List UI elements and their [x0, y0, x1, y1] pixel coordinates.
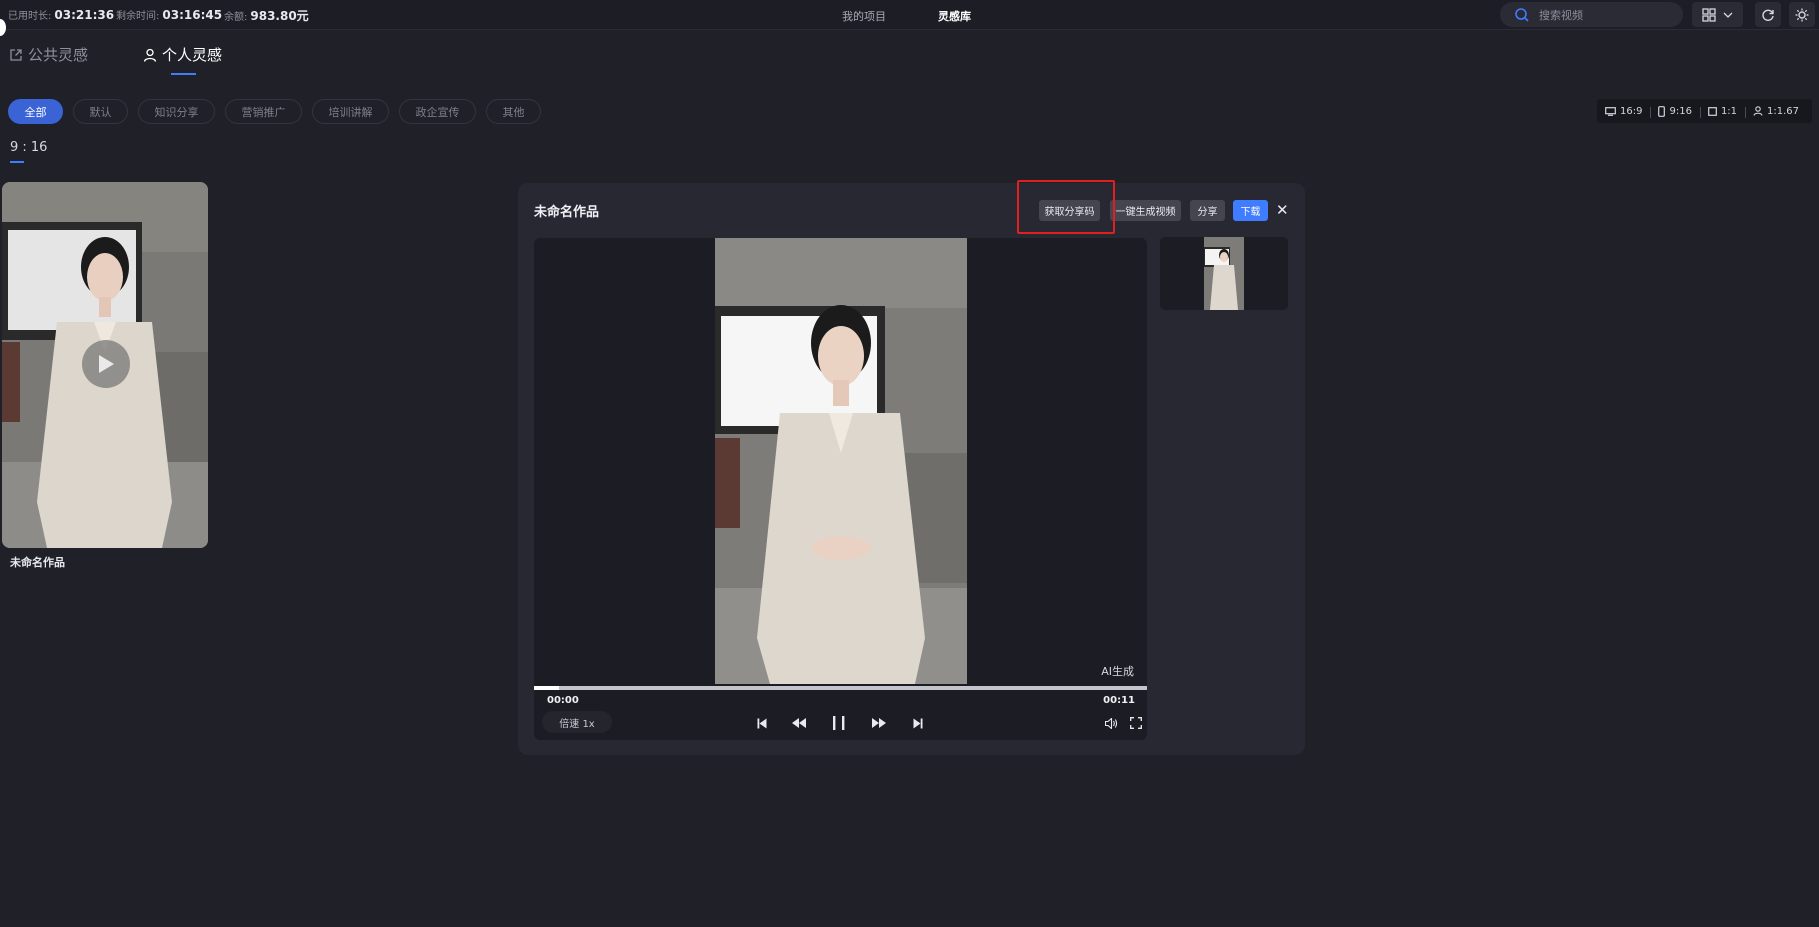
ai-generated-tag: AI生成: [1101, 665, 1134, 678]
skip-previous-icon: [757, 718, 767, 728]
volume-icon: [1104, 717, 1117, 729]
video-card[interactable]: [2, 182, 208, 548]
filter-all[interactable]: 全部: [8, 99, 63, 124]
ratio-9-16[interactable]: 9:16: [1650, 105, 1699, 118]
share-icon: [10, 48, 22, 61]
fast-forward-icon: [872, 718, 886, 728]
playback-speed-button[interactable]: 倍速 1x: [542, 711, 612, 733]
thumbnail-strip: [1160, 237, 1288, 310]
skip-next-button[interactable]: [909, 714, 927, 732]
search-input[interactable]: 搜索视频: [1539, 7, 1583, 23]
ratio-1-1[interactable]: 1:1: [1699, 105, 1745, 118]
sun-icon: [1795, 8, 1809, 21]
filter-default[interactable]: 默认: [73, 99, 128, 124]
remaining-time-label: 剩余时间:: [116, 11, 160, 22]
preview-modal: 未命名作品 获取分享码 一键生成视频 分享 下载 ✕ AI生成 00:00 00…: [518, 183, 1305, 755]
volume-button[interactable]: [1102, 714, 1120, 732]
section-ratio-label: 9 : 16: [10, 140, 48, 155]
video-player[interactable]: AI生成 00:00 00:11 倍速 1x: [534, 238, 1147, 740]
used-time-label: 已用时长:: [8, 11, 52, 22]
generate-video-button[interactable]: 一键生成视频: [1110, 200, 1181, 221]
top-bar: 已用时长: 03:21:36 剩余时间: 03:16:45 余额: 983.80元 我…: [0, 0, 1819, 36]
layout-switch-button[interactable]: [1692, 2, 1743, 27]
filter-knowledge-sharing[interactable]: 知识分享: [138, 99, 215, 124]
ratio-9-16-label: 9:16: [1669, 105, 1692, 117]
download-button[interactable]: 下载: [1233, 200, 1268, 221]
highlight-box: [1017, 180, 1115, 234]
skip-next-icon: [913, 718, 923, 728]
current-time: 00:00: [547, 695, 579, 706]
play-icon: [99, 355, 114, 373]
balance-value: 983.80元: [250, 9, 309, 23]
progress-bar[interactable]: [534, 686, 1147, 690]
person-icon: [1753, 106, 1763, 116]
nav-inspiration-library[interactable]: 灵感库: [938, 8, 971, 24]
mouse-cursor: [0, 19, 6, 36]
tab-public-label: 公共灵感: [28, 46, 89, 64]
tab-personal-label: 个人灵感: [162, 46, 223, 64]
landscape-icon: [1605, 106, 1616, 116]
nav-my-projects[interactable]: 我的项目: [842, 8, 886, 24]
grid-icon: [1701, 7, 1716, 22]
portrait-icon: [1658, 105, 1666, 117]
remaining-time-value: 03:16:45: [162, 8, 223, 22]
play-button[interactable]: [82, 340, 130, 388]
fullscreen-button[interactable]: [1127, 714, 1145, 732]
search-icon: [1515, 7, 1529, 22]
filter-marketing[interactable]: 营销推广: [225, 99, 302, 124]
used-time-value: 03:21:36: [54, 8, 115, 22]
video-frame: [715, 238, 967, 684]
close-icon[interactable]: ✕: [1276, 201, 1289, 219]
ratio-1-1-67-label: 1:1.67: [1767, 105, 1800, 117]
section-underline: [10, 161, 24, 163]
skip-previous-button[interactable]: [753, 714, 771, 732]
share-button[interactable]: 分享: [1190, 200, 1225, 221]
progress-fill: [534, 686, 559, 690]
filter-government[interactable]: 政企宣传: [399, 99, 476, 124]
refresh-button[interactable]: [1755, 2, 1781, 27]
fullscreen-icon: [1130, 717, 1142, 729]
ratio-1-1-67[interactable]: 1:1.67: [1745, 105, 1807, 118]
video-still: [715, 238, 967, 684]
ratio-16-9[interactable]: 16:9: [1597, 106, 1650, 117]
active-tab-indicator: [171, 73, 196, 75]
tab-personal-inspiration[interactable]: 个人灵感: [143, 44, 222, 65]
pause-button[interactable]: [830, 714, 848, 732]
filter-other[interactable]: 其他: [486, 99, 541, 124]
fast-forward-button[interactable]: [870, 714, 888, 732]
ratio-selector: 16:9 9:16 1:1 1:1.67: [1597, 99, 1812, 123]
remaining-time-stat: 剩余时间: 03:16:45: [116, 7, 222, 22]
filter-training[interactable]: 培训讲解: [312, 99, 389, 124]
ratio-1-1-label: 1:1: [1720, 105, 1738, 117]
ratio-16-9-label: 16:9: [1620, 105, 1643, 117]
card-title: 未命名作品: [10, 556, 65, 569]
thumbnail-item[interactable]: [1204, 237, 1244, 310]
balance-label: 余额:: [224, 12, 248, 23]
theme-toggle-button[interactable]: [1789, 2, 1815, 27]
chevron-down-icon: [1723, 12, 1732, 18]
refresh-icon: [1762, 9, 1774, 21]
rewind-button[interactable]: [790, 714, 808, 732]
rewind-icon: [792, 718, 806, 728]
pause-icon: [833, 716, 845, 730]
tab-public-inspiration[interactable]: 公共灵感: [9, 44, 88, 65]
modal-title: 未命名作品: [534, 205, 600, 220]
used-time-stat: 已用时长: 03:21:36: [8, 7, 114, 22]
user-icon: [143, 48, 157, 62]
search-box[interactable]: 搜索视频: [1500, 2, 1683, 27]
square-icon: [1708, 106, 1717, 116]
thumbnail-image: [1204, 237, 1244, 310]
balance-stat: 余额: 983.80元: [224, 7, 309, 24]
total-time: 00:11: [1103, 695, 1135, 706]
